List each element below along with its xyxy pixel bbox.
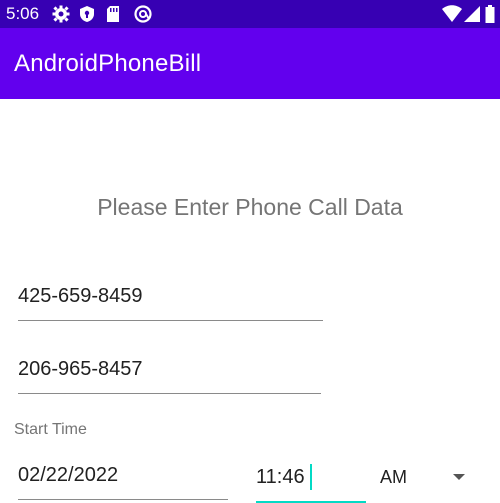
status-time: 5:06 xyxy=(6,4,40,23)
wifi-icon xyxy=(442,5,462,23)
prompt-text: Please Enter Phone Call Data xyxy=(97,194,403,220)
status-bar: 5:06 xyxy=(0,0,500,28)
am-pm-select-value[interactable]: AM xyxy=(380,467,407,488)
app-bar: AndroidPhoneBill xyxy=(0,28,500,99)
battery-icon xyxy=(485,5,495,23)
callee-number-field[interactable]: 206-965-8457 xyxy=(18,357,321,394)
shield-icon xyxy=(78,5,96,23)
caller-number-field[interactable]: 425-659-8459 xyxy=(18,284,323,321)
sd-card-icon xyxy=(104,5,122,23)
chevron-down-icon[interactable] xyxy=(453,474,465,480)
start-date-field[interactable]: 02/22/2022 xyxy=(18,463,228,500)
text-cursor xyxy=(310,464,312,490)
gear-icon xyxy=(52,5,70,23)
start-time-label: Start Time xyxy=(14,421,87,438)
at-sign-icon xyxy=(134,5,152,23)
signal-icon xyxy=(463,5,481,23)
app-title: AndroidPhoneBill xyxy=(14,50,202,77)
